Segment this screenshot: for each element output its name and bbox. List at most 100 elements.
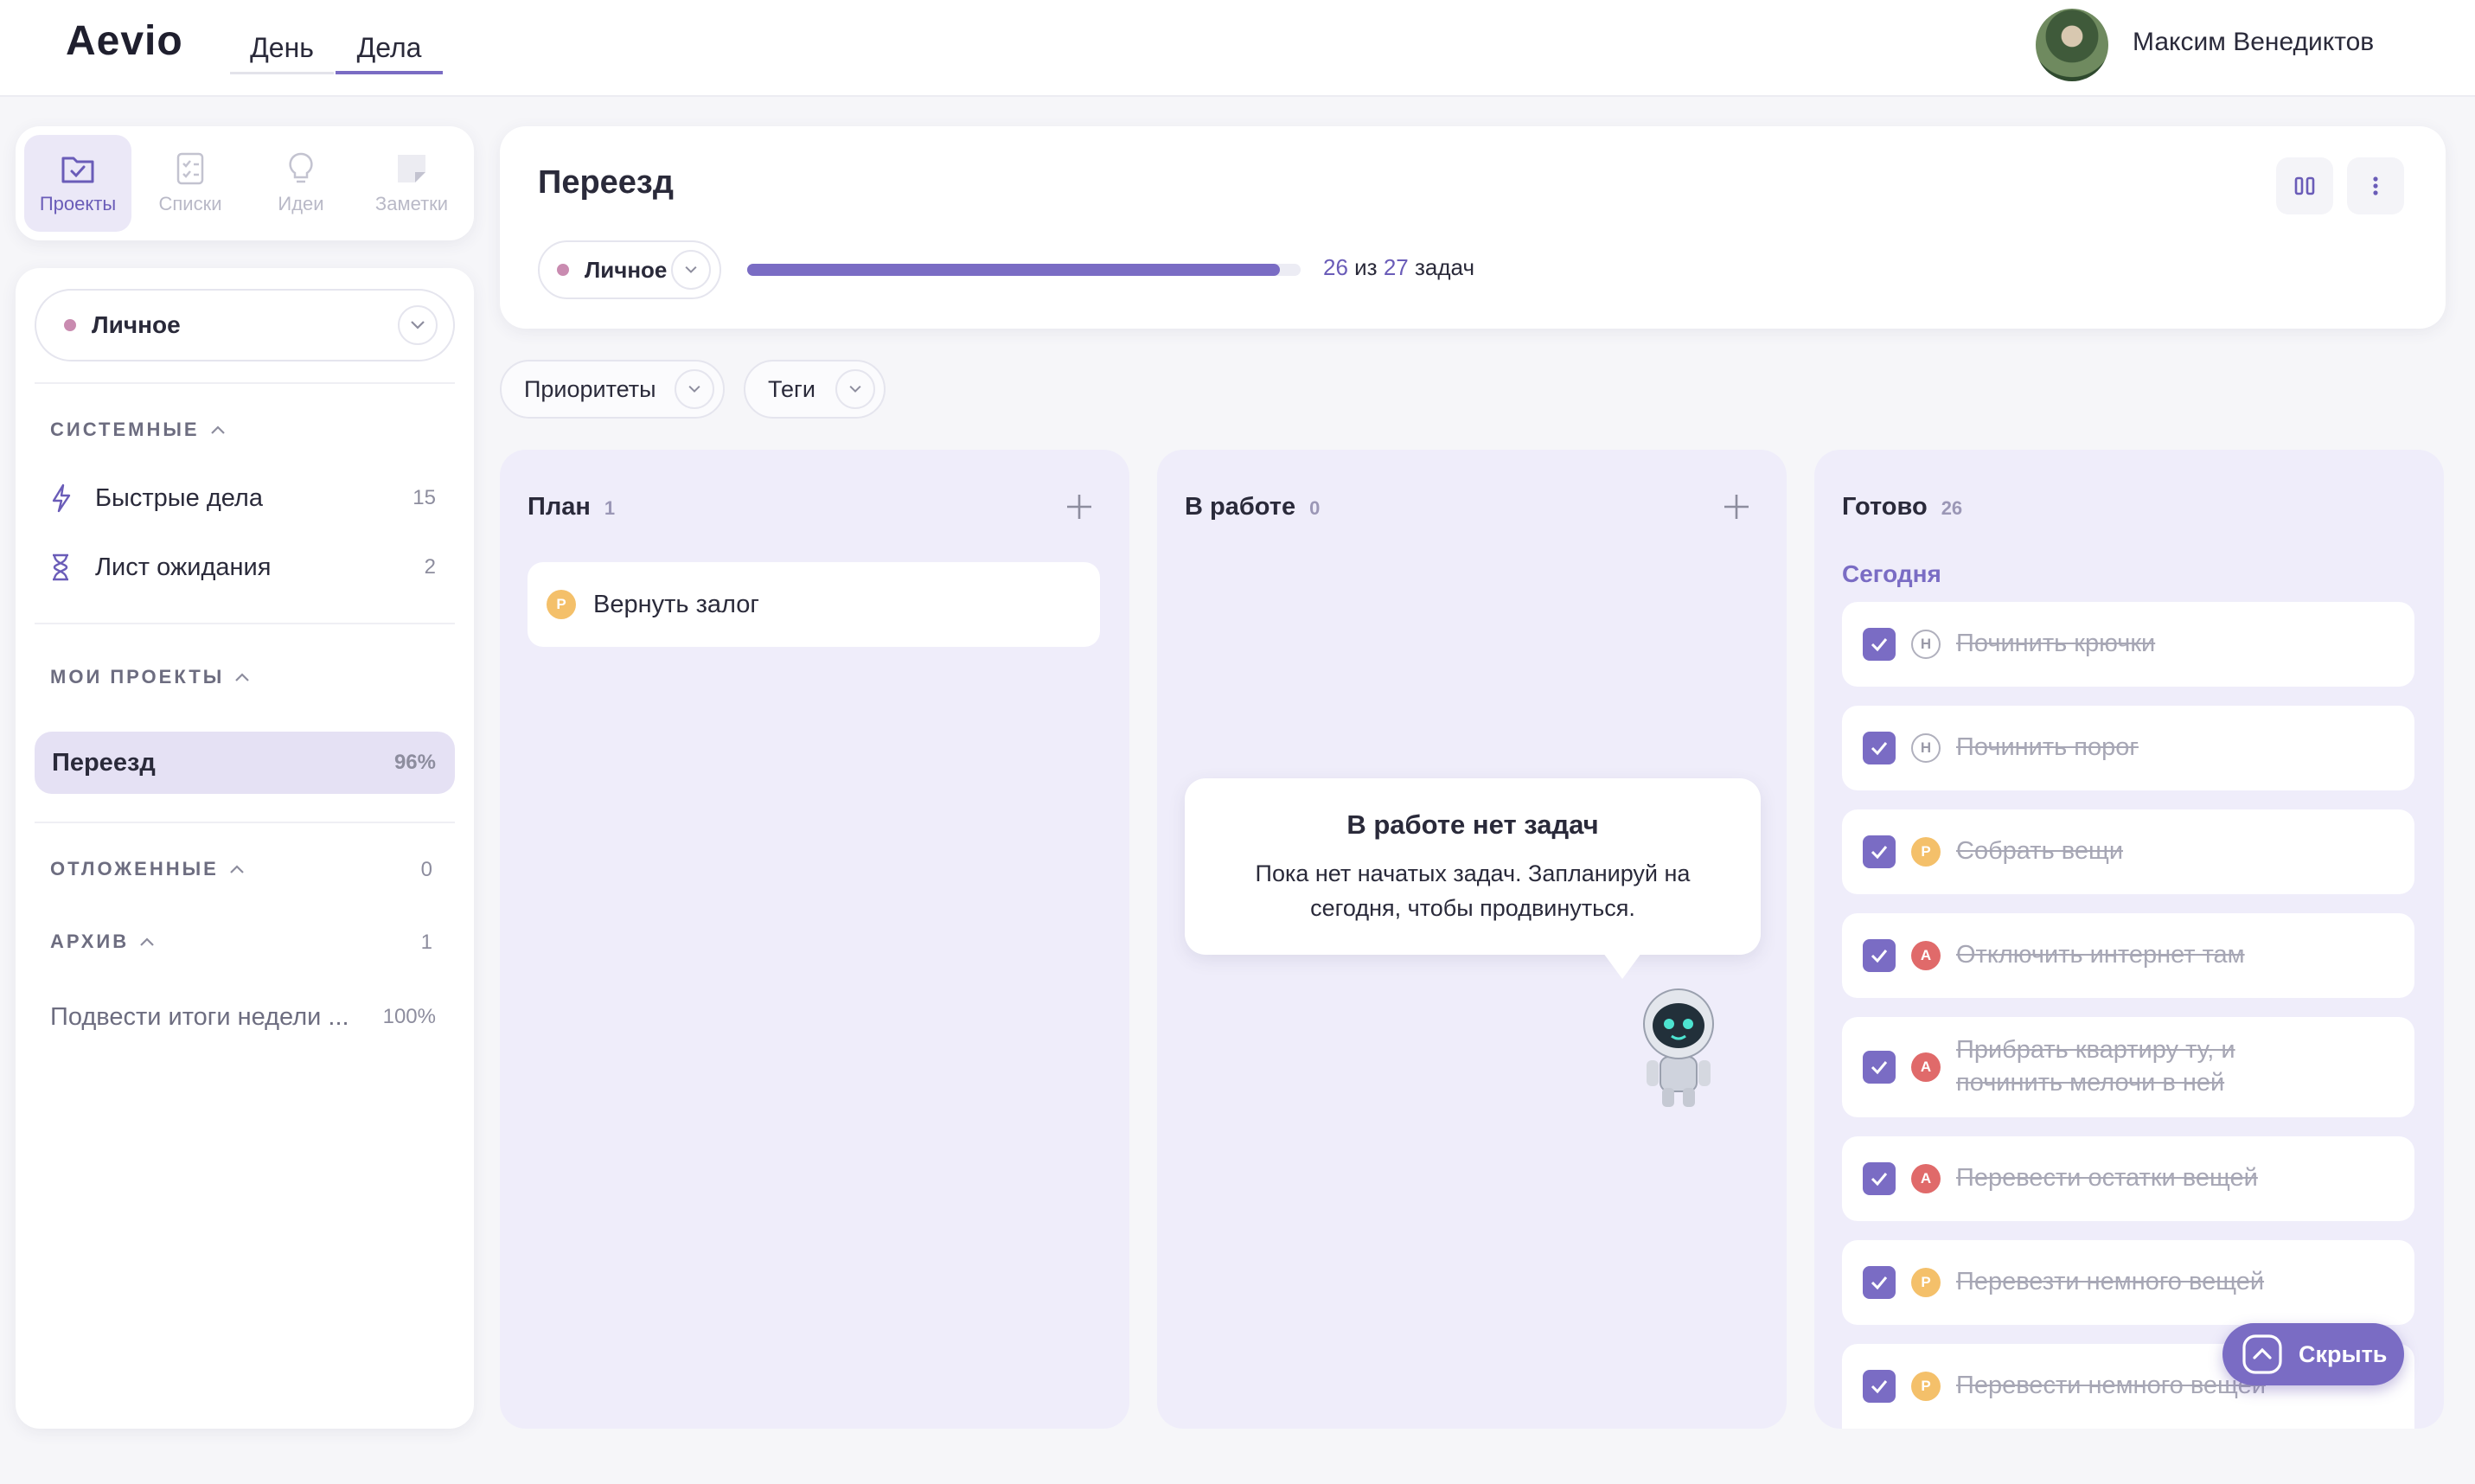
switcher-projects-label: Проекты bbox=[39, 193, 117, 214]
checkbox-checked[interactable] bbox=[1863, 1266, 1896, 1299]
avatar[interactable] bbox=[2036, 9, 2108, 81]
sidebar-archive-item[interactable]: Подвести итоги недели ... 100% bbox=[35, 988, 455, 1046]
priority-badge: Р bbox=[547, 590, 576, 619]
space-color-dot bbox=[557, 264, 569, 276]
section-system-label: СИСТЕМНЫЕ bbox=[50, 419, 200, 440]
chevron-down-icon[interactable] bbox=[671, 250, 711, 290]
checkbox-checked[interactable] bbox=[1863, 1051, 1896, 1084]
progress-of: из bbox=[1354, 254, 1378, 280]
task-title: Перевести остатки вещей bbox=[1956, 1164, 2258, 1193]
switcher-lists-label: Списки bbox=[158, 193, 222, 214]
user-name[interactable]: Максим Венедиктов bbox=[2133, 28, 2374, 57]
section-postponed[interactable]: ОТЛОЖЕННЫЕ bbox=[50, 858, 245, 880]
column-done-header: Готово 26 bbox=[1842, 493, 1962, 521]
checkbox-checked[interactable] bbox=[1863, 835, 1896, 868]
filter-tags[interactable]: Теги bbox=[744, 360, 886, 419]
checklist-icon bbox=[173, 151, 208, 186]
section-my-projects[interactable]: МОИ ПРОЕКТЫ bbox=[50, 666, 250, 688]
hide-button-label: Скрыть bbox=[2299, 1340, 2388, 1367]
chevron-up-square-icon bbox=[2242, 1334, 2282, 1374]
filter-tags-label: Теги bbox=[768, 375, 815, 402]
lightbulb-icon bbox=[284, 151, 318, 186]
more-vertical-icon bbox=[2373, 176, 2378, 195]
column-plan-count: 1 bbox=[604, 497, 616, 519]
chevron-down-icon bbox=[835, 369, 875, 409]
done-task-card[interactable]: Р Собрать вещи bbox=[1842, 809, 2414, 894]
priority-badge: Р bbox=[1911, 1372, 1941, 1401]
task-title: Собрать вещи bbox=[1956, 837, 2124, 866]
column-plan-title: План bbox=[528, 493, 591, 521]
done-task-card[interactable]: Н Починить крючки bbox=[1842, 602, 2414, 687]
sidebar-item-waiting-list[interactable]: Лист ожидания 2 bbox=[35, 538, 455, 597]
done-task-card[interactable]: Н Починить порог bbox=[1842, 706, 2414, 790]
sidebar-project-percent: 96% bbox=[393, 751, 436, 774]
switcher-projects[interactable]: Проекты bbox=[24, 135, 131, 232]
done-task-card[interactable]: А Отключить интернет там bbox=[1842, 913, 2414, 998]
app-logo[interactable]: Aevio bbox=[66, 17, 183, 65]
done-group-today: Сегодня bbox=[1842, 560, 1941, 587]
filter-priorities-label: Приоритеты bbox=[524, 375, 656, 402]
switcher-lists[interactable]: Списки bbox=[137, 135, 244, 232]
nav-tab-tasks[interactable]: Дела bbox=[336, 24, 443, 74]
switcher-ideas-label: Идеи bbox=[278, 193, 324, 214]
progress-unit: задач bbox=[1415, 254, 1474, 280]
progress-total: 27 bbox=[1383, 254, 1409, 280]
task-title: Вернуть залог bbox=[593, 590, 759, 618]
check-icon bbox=[1871, 1276, 1888, 1290]
column-in-work: В работе 0 В работе нет задач Пока нет н… bbox=[1157, 450, 1787, 1429]
sidebar-item-label: Быстрые дела bbox=[95, 483, 263, 512]
done-task-card[interactable]: А Перевести остатки вещей bbox=[1842, 1136, 2414, 1221]
space-color-dot bbox=[64, 319, 76, 331]
task-title: Отключить интернет там bbox=[1956, 941, 2245, 969]
chevron-up-icon bbox=[210, 425, 225, 434]
add-task-plus-icon[interactable] bbox=[1064, 491, 1095, 522]
switcher-ideas[interactable]: Идеи bbox=[247, 135, 355, 232]
done-task-card[interactable]: А Прибрать квартиру ту, и починить мелоч… bbox=[1842, 1017, 2414, 1117]
sidebar-item-quick-tasks[interactable]: Быстрые дела 15 bbox=[35, 469, 455, 528]
hide-button[interactable]: Скрыть bbox=[2222, 1323, 2404, 1385]
empty-state-text: Пока нет начатых задач. Запланируй на се… bbox=[1255, 860, 1691, 921]
checkbox-checked[interactable] bbox=[1863, 1370, 1896, 1403]
filter-priorities[interactable]: Приоритеты bbox=[500, 360, 725, 419]
section-archive[interactable]: АРХИВ bbox=[50, 931, 155, 953]
task-title: Перевести немного вещей bbox=[1956, 1372, 2266, 1400]
section-my-projects-label: МОИ ПРОЕКТЫ bbox=[50, 666, 225, 688]
section-system[interactable]: СИСТЕМНЫЕ bbox=[50, 419, 226, 441]
project-space-label: Личное bbox=[585, 256, 668, 283]
more-options-button[interactable] bbox=[2347, 157, 2404, 214]
column-done: Готово 26 Сегодня Н Починить крючки Н По… bbox=[1814, 450, 2444, 1429]
task-title: Перевезти немного вещей bbox=[1956, 1268, 2265, 1296]
task-card[interactable]: Р Вернуть залог bbox=[528, 562, 1100, 647]
checkbox-checked[interactable] bbox=[1863, 939, 1896, 972]
sidebar-item-label: Лист ожидания bbox=[95, 553, 272, 581]
done-task-card[interactable]: Р Перевезти немного вещей bbox=[1842, 1240, 2414, 1325]
checkbox-checked[interactable] bbox=[1863, 732, 1896, 764]
column-plan: План 1 Р Вернуть залог bbox=[500, 450, 1129, 1429]
check-icon bbox=[1871, 742, 1888, 756]
priority-badge: А bbox=[1911, 941, 1941, 970]
checkbox-checked[interactable] bbox=[1863, 628, 1896, 661]
add-task-plus-icon[interactable] bbox=[1721, 491, 1752, 522]
section-archive-label: АРХИВ bbox=[50, 931, 130, 952]
chevron-down-icon[interactable] bbox=[398, 305, 438, 345]
column-in-work-header: В работе 0 bbox=[1185, 493, 1320, 521]
priority-badge: А bbox=[1911, 1052, 1941, 1082]
nav-tab-day[interactable]: День bbox=[230, 24, 334, 74]
sidebar-project-pereezd[interactable]: Переезд 96% bbox=[35, 732, 455, 794]
space-select[interactable]: Личное bbox=[35, 289, 455, 361]
section-switcher: Проекты Списки Идеи Заметки bbox=[16, 126, 474, 240]
sidebar-archive-percent: 100% bbox=[382, 1005, 436, 1028]
sidebar-archive-label: Подвести итоги недели ... bbox=[50, 1002, 349, 1031]
project-space-tag[interactable]: Личное bbox=[538, 240, 721, 299]
project-title[interactable]: Переезд bbox=[538, 164, 674, 201]
column-done-count: 26 bbox=[1941, 497, 1963, 519]
section-archive-count: 1 bbox=[420, 931, 432, 954]
switcher-notes[interactable]: Заметки bbox=[358, 135, 465, 232]
checkbox-checked[interactable] bbox=[1863, 1162, 1896, 1195]
task-title: Починить порог bbox=[1956, 733, 2139, 762]
project-header: Переезд Личное 26 из 27 задач bbox=[500, 126, 2446, 329]
board-view-button[interactable] bbox=[2276, 157, 2333, 214]
column-plan-header: План 1 bbox=[528, 493, 615, 521]
project-progress-fill bbox=[747, 264, 1281, 276]
check-icon bbox=[1871, 1061, 1888, 1075]
